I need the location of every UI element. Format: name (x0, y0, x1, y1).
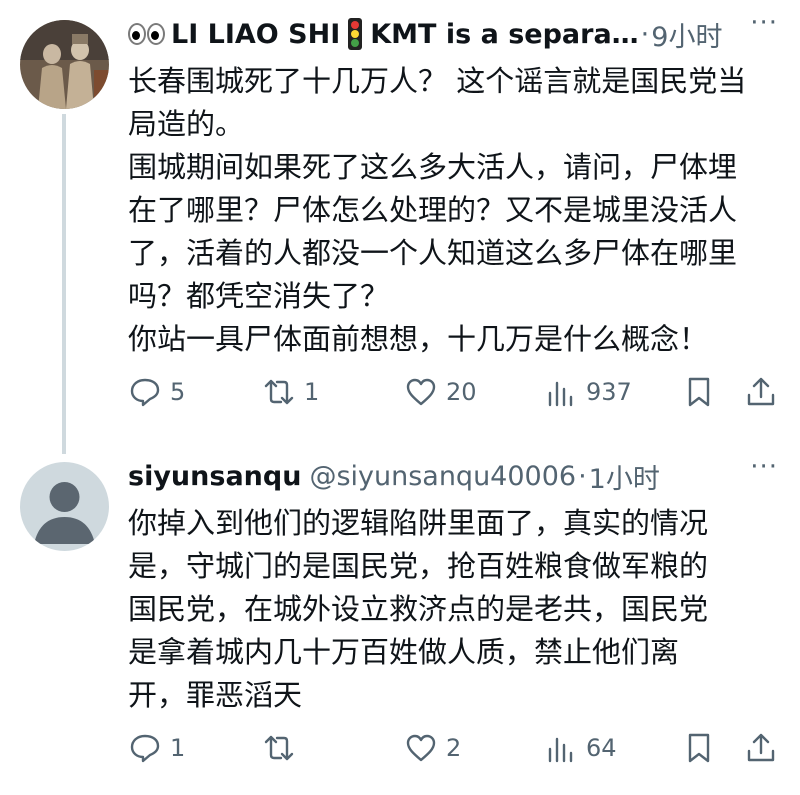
share-button[interactable] (744, 375, 778, 409)
tweet-text: 长春围城死了十几万人？ 这个谣言就是国民党当 局造的。 围城期间如果死了这么多大… (128, 60, 768, 361)
tweet-header: LI LIAO SHI KMT is a separa… · 9小时 (128, 12, 780, 56)
share-button[interactable] (744, 731, 778, 765)
share-icon (747, 733, 775, 762)
reply-count: 5 (170, 378, 186, 406)
action-bar: 5 1 20 937 (128, 372, 780, 412)
reply-button[interactable]: 1 (128, 731, 185, 765)
tweet-line: 你掉入到他们的逻辑陷阱里面了，真实的情况 (128, 506, 709, 540)
tweet-line: 国民党，在城外设立救济点的是老共，国民党 (128, 592, 709, 626)
views-button[interactable]: 937 (544, 375, 632, 409)
display-name[interactable]: LI LIAO SHI KMT is a separa… (128, 18, 639, 50)
display-name[interactable]: siyunsanqu (128, 461, 301, 492)
display-name-text: siyunsanqu (128, 460, 302, 492)
timestamp[interactable]: 1小时 (589, 457, 660, 496)
views-count: 937 (586, 378, 632, 406)
views-count: 64 (586, 734, 617, 762)
tweet-line: 局造的。 (128, 107, 245, 141)
tweet[interactable]: siyunsanqu @siyunsanqu40006 · 1小时 ··· 你掉… (0, 440, 800, 795)
tweet-header: siyunsanqu @siyunsanqu40006 · 1小时 (128, 454, 780, 498)
avatar[interactable] (20, 462, 109, 551)
repost-count: 1 (304, 378, 320, 406)
separator-dot: · (578, 460, 587, 492)
eyes-emoji-icon (128, 23, 165, 45)
tweet-line: 吗？都凭空消失了？ (128, 279, 390, 313)
tweet[interactable]: LI LIAO SHI KMT is a separa… · 9小时 ··· 长… (0, 0, 800, 454)
views-bar-chart-icon (548, 381, 573, 407)
like-count: 20 (446, 378, 477, 406)
tweet-line: 是，守城门的是国民党，抢百姓粮食做军粮的 (128, 549, 709, 583)
tweet-line: 你站一具尸体面前想想，十几万是什么概念！ (128, 322, 709, 356)
more-options-icon[interactable]: ··· (750, 8, 778, 38)
separator-dot: · (640, 18, 650, 50)
share-icon (747, 377, 775, 406)
display-name-text: LI LIAO SHI (171, 18, 341, 50)
bookmark-button[interactable] (682, 375, 716, 409)
reply-count: 1 (170, 734, 186, 762)
heart-icon (406, 734, 436, 762)
tweet-line: 开，罪恶滔天 (128, 678, 303, 712)
reply-icon (130, 734, 160, 763)
views-bar-chart-icon (548, 737, 573, 763)
tweet-text: 你掉入到他们的逻辑陷阱里面了，真实的情况 是，守城门的是国民党，抢百姓粮食做军粮… (128, 502, 768, 717)
tweet-line: 了，活着的人都没一个人知道这么多尸体在哪里 (128, 236, 738, 270)
like-count: 2 (446, 734, 462, 762)
timestamp[interactable]: 9小时 (651, 15, 722, 54)
repost-icon (264, 735, 294, 761)
like-button[interactable]: 20 (404, 375, 477, 409)
tweet-line: 围城期间如果死了这么多大活人，请问，尸体埋 (128, 150, 738, 184)
action-bar: 1 2 64 (128, 728, 780, 768)
more-options-icon[interactable]: ··· (750, 452, 778, 482)
thread-line (62, 114, 66, 454)
display-name-suffix: KMT is a separa… (370, 18, 639, 50)
repost-button[interactable]: 1 (262, 375, 319, 409)
reply-icon (130, 378, 160, 407)
tweet-line: 是拿着城内几十万百姓做人质，禁止他们离 (128, 635, 680, 669)
heart-icon (406, 378, 436, 406)
bookmark-icon (688, 733, 710, 763)
reply-button[interactable]: 5 (128, 375, 185, 409)
traffic-light-emoji-icon (348, 18, 363, 50)
repost-icon (264, 379, 294, 405)
tweet-line: 在了哪里？尸体怎么处理的？又不是城里没活人 (128, 193, 738, 227)
repost-button[interactable] (262, 731, 304, 765)
tweet-line: 长春围城死了十几万人？ 这个谣言就是国民党当 (128, 64, 747, 98)
bookmark-button[interactable] (682, 731, 716, 765)
views-button[interactable]: 64 (544, 731, 617, 765)
bookmark-icon (688, 377, 710, 407)
avatar[interactable] (20, 20, 109, 109)
like-button[interactable]: 2 (404, 731, 461, 765)
user-handle[interactable]: @siyunsanqu40006 (309, 461, 576, 492)
